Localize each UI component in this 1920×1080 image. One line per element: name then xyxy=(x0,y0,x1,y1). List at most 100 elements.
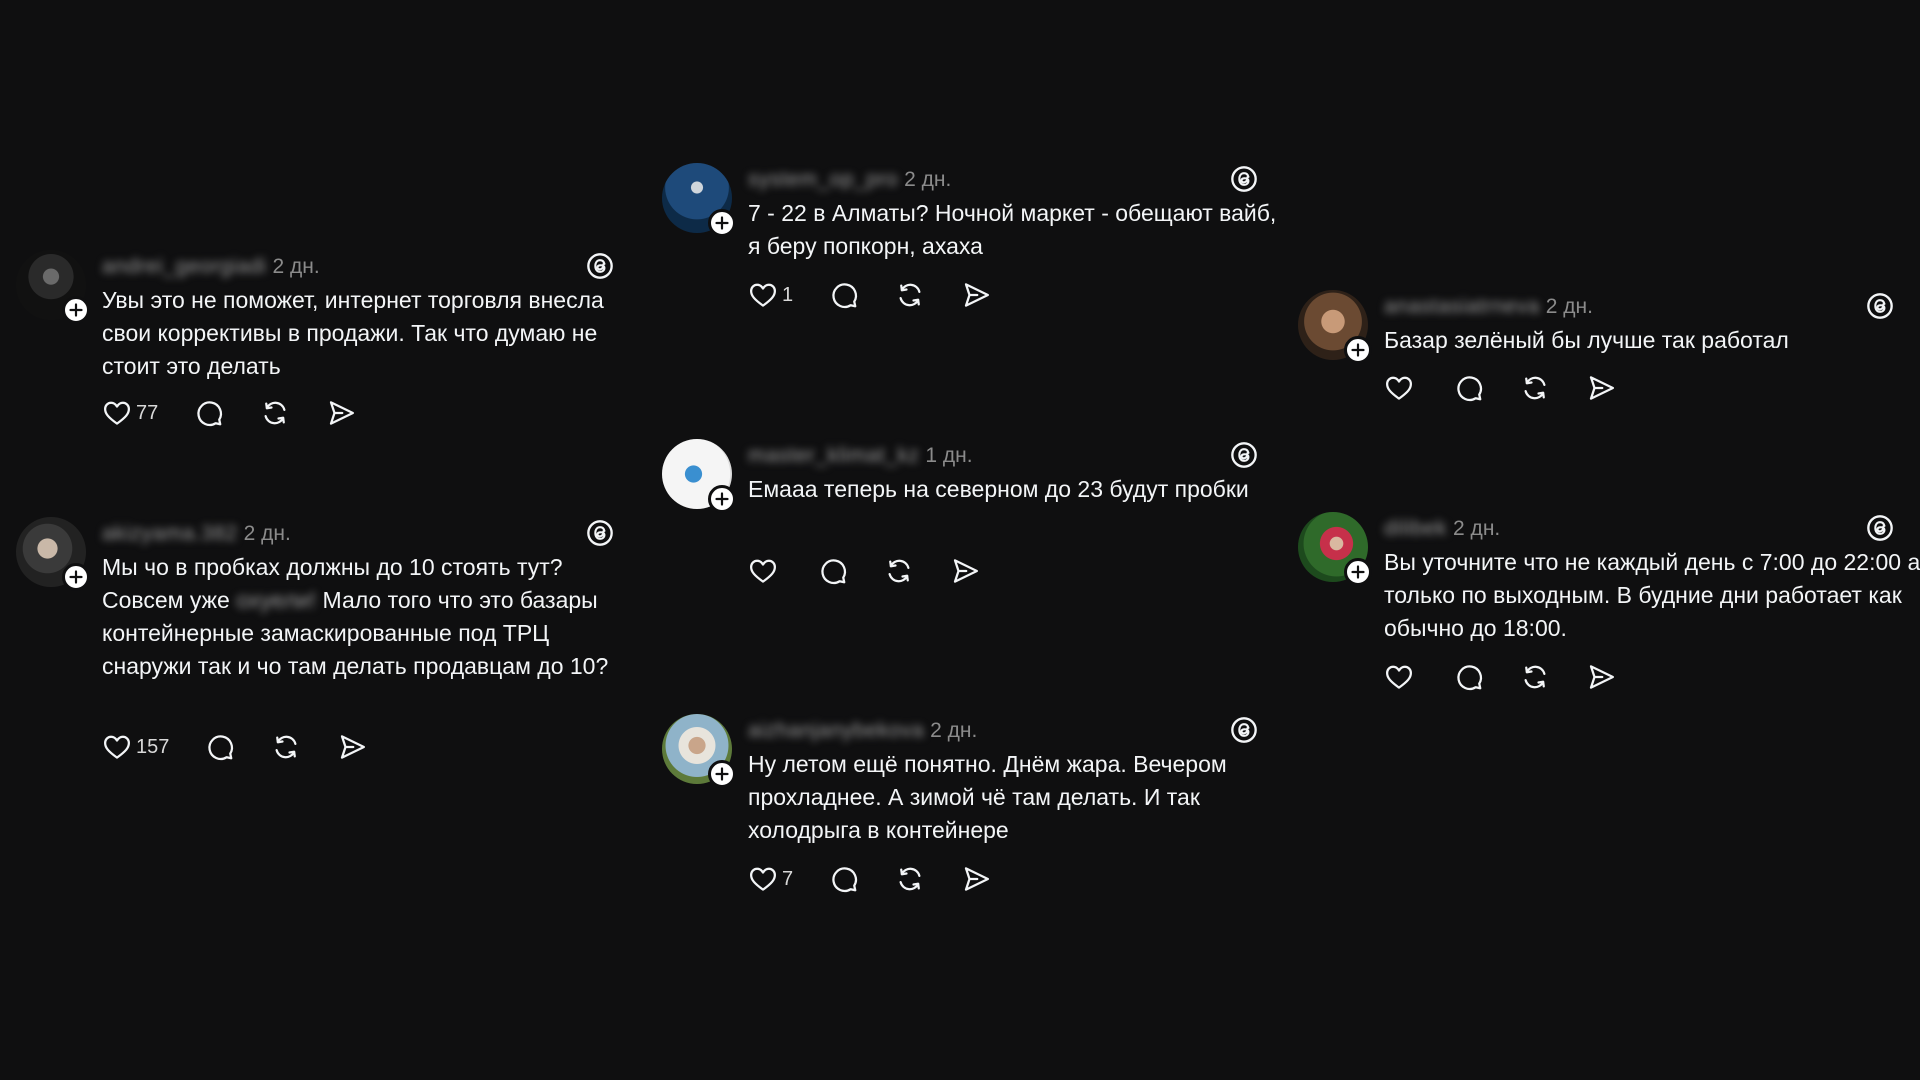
share-button[interactable] xyxy=(950,556,980,586)
like-button[interactable]: 1 xyxy=(748,280,793,310)
repost-icon xyxy=(884,556,914,586)
heart-icon xyxy=(102,398,132,428)
post-time: 2 дн. xyxy=(243,522,291,545)
repost-button[interactable] xyxy=(260,398,290,428)
threads-logo-icon[interactable] xyxy=(586,252,614,280)
username[interactable]: dilibek xyxy=(1384,517,1447,541)
comment-icon xyxy=(205,732,235,762)
threads-logo-icon[interactable] xyxy=(1866,292,1894,320)
share-icon xyxy=(337,732,367,762)
like-count: 77 xyxy=(136,401,159,424)
share-button[interactable] xyxy=(961,864,991,894)
follow-plus-button[interactable] xyxy=(1344,558,1372,586)
follow-plus-button[interactable] xyxy=(708,760,736,788)
repost-button[interactable] xyxy=(884,556,914,586)
follow-plus-button[interactable] xyxy=(62,563,90,591)
like-button[interactable]: 77 xyxy=(102,398,158,428)
repost-icon xyxy=(271,732,301,762)
repost-icon xyxy=(895,280,925,310)
username[interactable]: aizhanjanybekova xyxy=(748,719,924,743)
repost-button[interactable] xyxy=(1520,373,1550,403)
heart-icon xyxy=(1384,373,1414,403)
heart-icon xyxy=(102,732,132,762)
like-button[interactable]: 157 xyxy=(102,732,169,762)
comment-button[interactable] xyxy=(205,732,235,762)
username[interactable]: master_klimat_kz xyxy=(748,444,919,468)
post-text: Вы уточните что не каждый день с 7:00 до… xyxy=(1384,549,1920,641)
share-button[interactable] xyxy=(326,398,356,428)
threads-logo-icon[interactable] xyxy=(586,519,614,547)
follow-plus-button[interactable] xyxy=(62,296,90,324)
plus-icon xyxy=(1350,564,1366,580)
post-text: Увы это не поможет, интернет торговля вн… xyxy=(102,287,604,379)
comment-button[interactable] xyxy=(194,398,224,428)
post-header: aizhanjanybekova 2 дн. xyxy=(748,714,977,748)
like-button[interactable] xyxy=(1384,373,1418,403)
username[interactable]: anastasiatrneva xyxy=(1384,295,1540,319)
heart-icon xyxy=(748,556,778,586)
repost-icon xyxy=(260,398,290,428)
avatar-wrap xyxy=(1298,290,1378,370)
post-text: Емааа теперь на северном до 23 будут про… xyxy=(748,476,1249,502)
avatar-wrap xyxy=(1298,512,1378,592)
post-time: 2 дн. xyxy=(272,255,320,278)
comment-button[interactable] xyxy=(1454,373,1484,403)
post-text: 7 - 22 в Алматы? Ночной маркет - обещают… xyxy=(748,200,1277,259)
repost-button[interactable] xyxy=(271,732,301,762)
comment-button[interactable] xyxy=(1454,662,1484,692)
post-actions xyxy=(748,556,1016,586)
share-button[interactable] xyxy=(961,280,991,310)
threads-logo-icon[interactable] xyxy=(1230,165,1258,193)
heart-icon xyxy=(1384,662,1414,692)
repost-icon xyxy=(895,864,925,894)
like-button[interactable]: 7 xyxy=(748,864,793,894)
post-header: master_klimat_kz 1 дн. xyxy=(748,439,973,473)
post-header: dilibek 2 дн. xyxy=(1384,512,1500,546)
threads-logo-icon[interactable] xyxy=(1230,716,1258,744)
like-count: 157 xyxy=(136,735,170,758)
repost-button[interactable] xyxy=(1520,662,1550,692)
like-button[interactable] xyxy=(748,556,782,586)
post-time: 2 дн. xyxy=(1453,517,1501,540)
like-button[interactable] xyxy=(1384,662,1418,692)
comment-icon xyxy=(1454,373,1484,403)
repost-button[interactable] xyxy=(895,280,925,310)
censored-word: охуели! xyxy=(236,587,317,613)
comment-button[interactable] xyxy=(829,280,859,310)
post-text: Мы чо в пробках должны до 10 стоять тут?… xyxy=(102,551,642,683)
follow-plus-button[interactable] xyxy=(1344,336,1372,364)
comment-icon xyxy=(829,864,859,894)
threads-logo-icon[interactable] xyxy=(1230,441,1258,469)
post-actions: 1 xyxy=(748,280,1027,310)
post-header: anastasiatrneva 2 дн. xyxy=(1384,290,1593,324)
heart-icon xyxy=(748,864,778,894)
share-button[interactable] xyxy=(1586,662,1616,692)
username[interactable]: akizyama.382 xyxy=(102,522,238,546)
plus-icon xyxy=(714,215,730,231)
share-button[interactable] xyxy=(337,732,367,762)
post-actions xyxy=(1384,373,1652,403)
plus-icon xyxy=(714,766,730,782)
avatar-wrap xyxy=(16,517,96,597)
share-button[interactable] xyxy=(1586,373,1616,403)
username[interactable]: system_op_pro xyxy=(748,168,898,192)
follow-plus-button[interactable] xyxy=(708,209,736,237)
heart-icon xyxy=(748,280,778,310)
post-text: Базар зелёный бы лучше так работал xyxy=(1384,327,1789,353)
post-actions: 157 xyxy=(102,732,403,762)
share-icon xyxy=(961,864,991,894)
plus-icon xyxy=(1350,342,1366,358)
comment-icon xyxy=(818,556,848,586)
repost-button[interactable] xyxy=(895,864,925,894)
comment-button[interactable] xyxy=(818,556,848,586)
post-time: 2 дн. xyxy=(904,168,952,191)
threads-logo-icon[interactable] xyxy=(1866,514,1894,542)
post-header: andrei_georgiadi 2 дн. xyxy=(102,250,320,284)
post-header: akizyama.382 2 дн. xyxy=(102,517,291,551)
follow-plus-button[interactable] xyxy=(708,485,736,513)
comment-button[interactable] xyxy=(829,864,859,894)
plus-icon xyxy=(68,569,84,585)
username[interactable]: andrei_georgiadi xyxy=(102,255,266,279)
post-text: Ну летом ещё понятно. Днём жара. Вечером… xyxy=(748,751,1227,843)
like-count: 1 xyxy=(782,283,794,306)
